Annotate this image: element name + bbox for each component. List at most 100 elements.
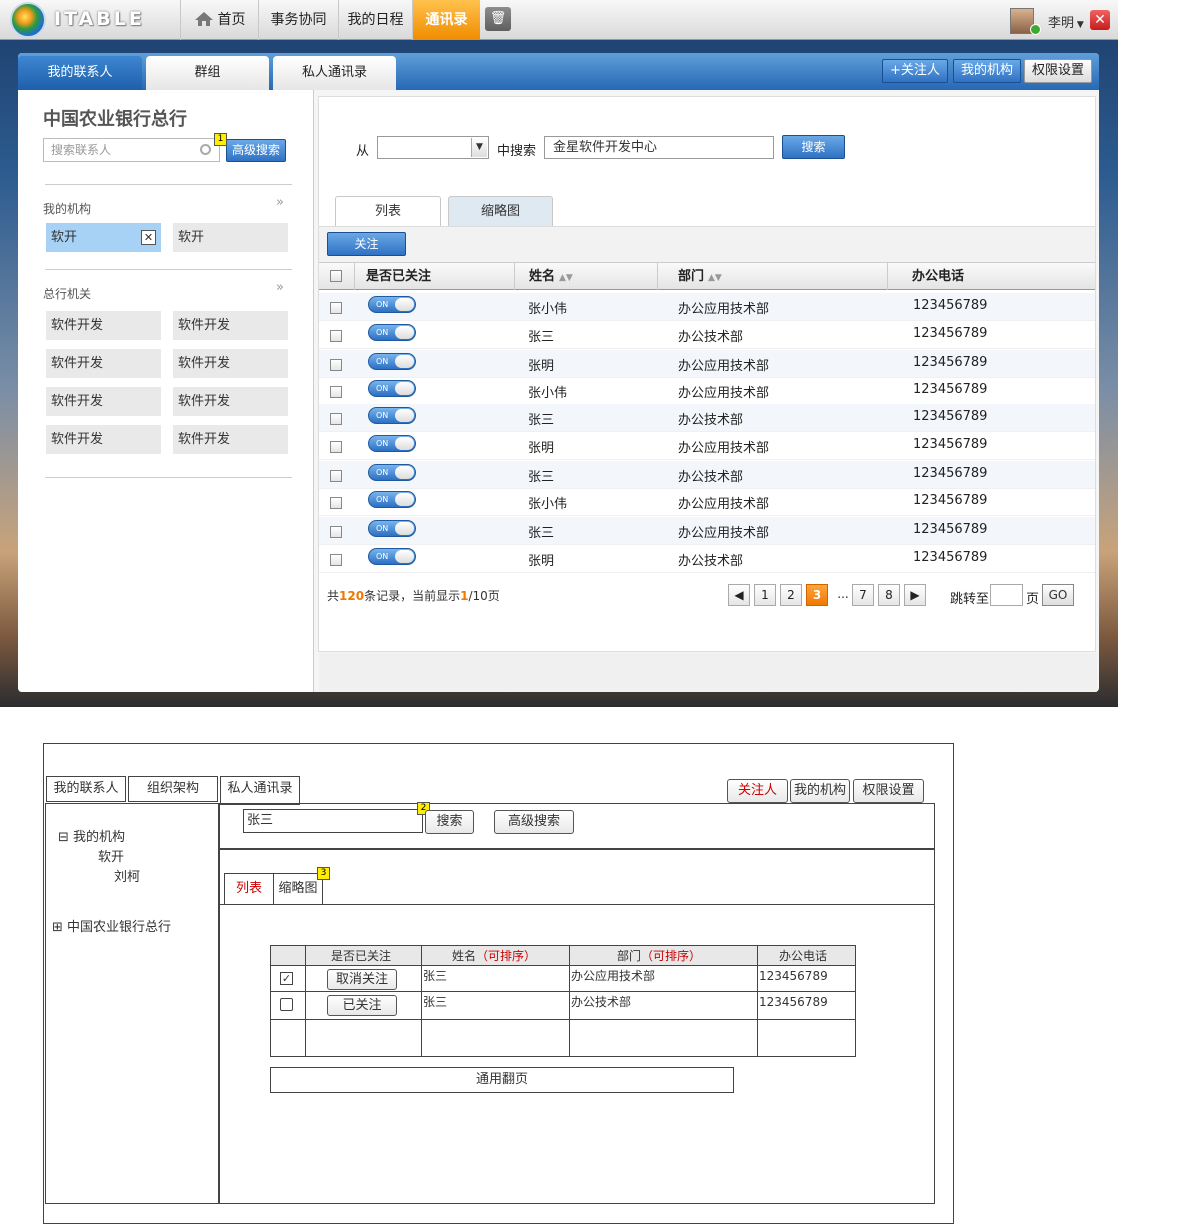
tab-groups[interactable]: 群组 (146, 56, 269, 90)
tab-thumbnail[interactable]: 缩略图 (448, 196, 553, 226)
wf-tree-node[interactable]: 刘柯 (114, 866, 140, 885)
page-button[interactable]: 8 (878, 584, 900, 606)
table-row[interactable]: ON 张小伟 办公应用技术部 123456789 (319, 377, 1095, 405)
wf-search-button[interactable]: 搜索 (425, 810, 474, 834)
follow-toggle[interactable]: ON (368, 491, 416, 508)
chevron-down-icon[interactable]: ▼ (471, 138, 487, 157)
hq-chip[interactable]: 软件开发 (46, 387, 161, 416)
follow-button[interactable]: 关注 (327, 232, 406, 256)
nav-home[interactable]: 首页 (180, 0, 258, 40)
wf-tab-my-contacts[interactable]: 我的联系人 (46, 776, 126, 802)
row-checkbox[interactable] (330, 386, 342, 398)
nav-calendar[interactable]: 我的日程 (338, 0, 412, 40)
row-checkbox[interactable] (330, 526, 342, 538)
wf-row-checkbox-checked[interactable]: ✓ (280, 972, 293, 985)
close-icon[interactable]: ✕ (1090, 10, 1110, 30)
wf-tab-org[interactable]: 组织架构 (128, 776, 218, 802)
row-checkbox[interactable] (330, 330, 342, 342)
hq-chip[interactable]: 软件开发 (46, 349, 161, 378)
wf-my-org-button[interactable]: 我的机构 (790, 779, 850, 803)
follow-toggle[interactable]: ON (368, 407, 416, 424)
wf-followed-button[interactable]: 已关注 (327, 995, 397, 1016)
follow-toggle[interactable]: ON (368, 296, 416, 313)
follow-person-button[interactable]: +关注人 (882, 59, 948, 83)
table-row[interactable]: ON 张明 办公应用技术部 123456789 (319, 432, 1095, 460)
hq-chip[interactable]: 软件开发 (46, 425, 161, 454)
my-org-button[interactable]: 我的机构 (953, 59, 1022, 83)
user-menu[interactable]: 李明 ▼ (1048, 12, 1084, 31)
table-row[interactable]: ON 张明 办公技术部 123456789 (319, 545, 1095, 573)
wf-permission-button[interactable]: 权限设置 (853, 779, 924, 803)
row-checkbox[interactable] (330, 470, 342, 482)
sort-icon[interactable]: ▲▼ (559, 273, 573, 283)
row-checkbox[interactable] (330, 359, 342, 371)
wf-advanced-search-button[interactable]: 高级搜索 (494, 810, 574, 834)
hq-chip[interactable]: 软件开发 (173, 425, 288, 454)
wf-tree-node[interactable]: ⊞ 中国农业银行总行 (52, 916, 171, 935)
table-row[interactable]: ON 张明 办公应用技术部 123456789 (319, 350, 1095, 378)
keyword-input[interactable]: 金星软件开发中心 (544, 136, 774, 159)
collapse-icon[interactable]: ⊟ (58, 830, 69, 845)
wf-follow-button[interactable]: 关注人 (727, 779, 788, 803)
nav-contacts[interactable]: 通讯录 (412, 0, 480, 40)
tab-list[interactable]: 列表 (335, 196, 441, 227)
table-row[interactable]: ON 张小伟 办公应用技术部 123456789 (319, 293, 1095, 321)
jump-page-input[interactable] (990, 584, 1023, 606)
row-checkbox[interactable] (330, 497, 342, 509)
col-dept[interactable]: 部门 ▲▼ (678, 263, 722, 290)
wf-col-dept[interactable]: 部门（可排序） (617, 949, 701, 963)
page-button[interactable]: 7 (852, 584, 874, 606)
search-icon[interactable] (200, 144, 211, 155)
col-name[interactable]: 姓名 ▲▼ (529, 263, 573, 290)
scope-select[interactable]: ▼ (377, 136, 489, 159)
expand-icon[interactable]: ⊞ (52, 920, 63, 935)
table-row[interactable]: ON 张小伟 办公应用技术部 123456789 (319, 488, 1095, 516)
follow-toggle[interactable]: ON (368, 464, 416, 481)
row-checkbox[interactable] (330, 413, 342, 425)
nav-workflow[interactable]: 事务协同 (258, 0, 338, 40)
hq-chip[interactable]: 软件开发 (46, 311, 161, 340)
table-row[interactable]: ON 张三 办公技术部 123456789 (319, 461, 1095, 489)
expand-chevron-icon[interactable]: » (276, 280, 284, 295)
follow-toggle[interactable]: ON (368, 548, 416, 565)
org-chip[interactable]: 软开 (173, 223, 288, 252)
advanced-search-button[interactable]: 高级搜索 (226, 139, 287, 162)
hq-chip[interactable]: 软件开发 (173, 349, 288, 378)
hq-chip[interactable]: 软件开发 (173, 387, 288, 416)
expand-chevron-icon[interactable]: » (276, 195, 284, 210)
tab-my-contacts[interactable]: 我的联系人 (18, 56, 142, 90)
sort-icon[interactable]: ▲▼ (708, 273, 722, 283)
wf-unfollow-button[interactable]: 取消关注 (327, 969, 397, 990)
wf-row-checkbox[interactable] (280, 998, 293, 1011)
follow-toggle[interactable]: ON (368, 353, 416, 370)
wf-tab-list[interactable]: 列表 (224, 873, 274, 905)
follow-toggle[interactable]: ON (368, 380, 416, 397)
wf-tab-thumbnail[interactable]: 缩略图 (273, 873, 323, 905)
wf-tree-node[interactable]: ⊟ 我的机构 (58, 826, 125, 845)
follow-toggle[interactable]: ON (368, 324, 416, 341)
row-checkbox[interactable] (330, 554, 342, 566)
wf-tab-private[interactable]: 私人通讯录 (220, 776, 300, 805)
row-checkbox[interactable] (330, 441, 342, 453)
wf-pager[interactable]: 通用翻页 (270, 1067, 734, 1093)
follow-toggle[interactable]: ON (368, 520, 416, 537)
table-row[interactable]: ON 张三 办公技术部 123456789 (319, 404, 1095, 432)
next-page-icon[interactable]: ▶ (904, 584, 926, 606)
page-button-current[interactable]: 3 (806, 584, 828, 606)
table-row[interactable]: ON 张三 办公技术部 123456789 (319, 321, 1095, 349)
search-button[interactable]: 搜索 (782, 135, 845, 159)
select-all-checkbox[interactable] (330, 270, 342, 282)
follow-toggle[interactable]: ON (368, 435, 416, 452)
trash-icon[interactable]: 🗑 (485, 7, 511, 31)
page-button[interactable]: 2 (780, 584, 802, 606)
page-button[interactable]: 1 (754, 584, 776, 606)
remove-icon[interactable]: ✕ (141, 230, 156, 245)
prev-page-icon[interactable]: ◀ (728, 584, 750, 606)
permission-settings-button[interactable]: 权限设置 (1024, 59, 1093, 83)
go-button[interactable]: GO (1042, 584, 1074, 606)
wf-tree-node[interactable]: 软开 (98, 846, 124, 865)
hq-chip[interactable]: 软件开发 (173, 311, 288, 340)
tab-private-contacts[interactable]: 私人通讯录 (273, 56, 396, 90)
org-chip-selected[interactable]: 软开 ✕ (46, 223, 161, 252)
table-row[interactable]: ON 张三 办公应用技术部 123456789 (319, 517, 1095, 545)
